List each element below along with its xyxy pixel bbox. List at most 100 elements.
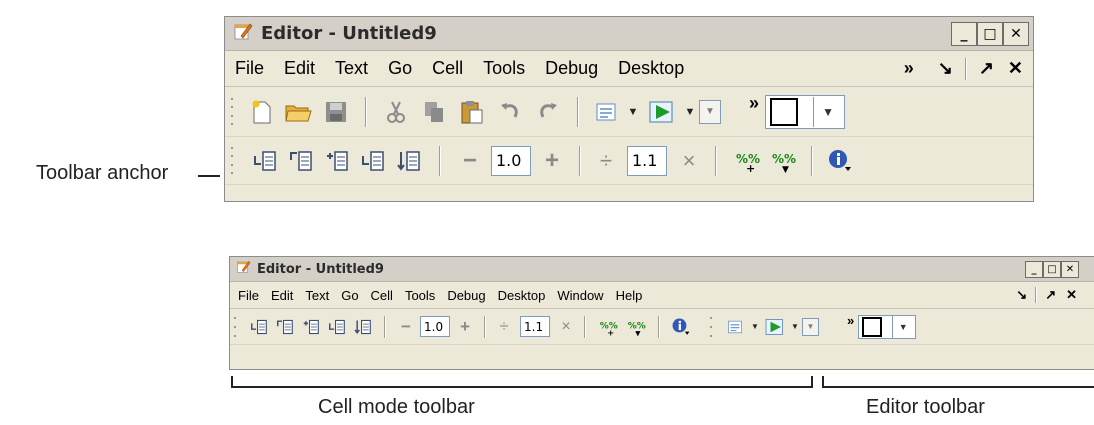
menu-debug[interactable]: Debug (447, 288, 485, 303)
multiply-value-field[interactable]: 1.1 (627, 145, 667, 176)
cut-icon[interactable] (377, 100, 415, 124)
close-button[interactable]: ✕ (1061, 260, 1079, 278)
comment-icon[interactable] (722, 319, 748, 335)
undo-icon[interactable] (491, 101, 529, 123)
menu-tools[interactable]: Tools (483, 58, 525, 79)
cell-insert-icon[interactable] (298, 319, 324, 335)
cell-advance-icon[interactable] (272, 319, 298, 335)
divide-button[interactable]: ÷ (593, 148, 619, 174)
save-icon[interactable] (317, 100, 355, 124)
svg-text:+: + (607, 327, 614, 336)
cell-prev-icon[interactable] (355, 150, 391, 172)
redo-icon[interactable] (529, 101, 567, 123)
run-icon[interactable] (762, 318, 788, 336)
toolbar-overflow-button[interactable]: » (749, 93, 759, 114)
editor-window-small: Editor - Untitled9 _ □ ✕ File Edit Text … (229, 256, 1094, 370)
close-document-button[interactable]: ✕ (1008, 58, 1023, 79)
cell-eval-icon[interactable] (247, 150, 283, 172)
divide-button[interactable]: ÷ (494, 318, 514, 336)
toolbar-grip[interactable] (710, 316, 714, 337)
svg-text:▼: ▼ (782, 165, 789, 173)
separator (439, 145, 441, 176)
percent-add-icon[interactable]: %% + (594, 318, 622, 336)
cell-eval-icon[interactable] (246, 319, 272, 335)
menu-edit[interactable]: Edit (271, 288, 293, 303)
maximize-button[interactable]: □ (977, 21, 1003, 46)
minimize-button[interactable]: _ (951, 21, 977, 46)
undock-button[interactable]: ↗ (979, 58, 994, 79)
menu-cell[interactable]: Cell (371, 288, 393, 303)
open-folder-icon[interactable] (279, 100, 317, 124)
info-icon[interactable] (668, 317, 694, 337)
cell-insert-icon[interactable] (319, 150, 355, 172)
run-icon[interactable] (643, 100, 681, 124)
increment-button[interactable]: + (537, 147, 567, 175)
menu-file[interactable]: File (235, 58, 264, 79)
separator (365, 96, 367, 127)
toolbar-anchor-callout: Toolbar anchor (36, 162, 169, 184)
menu-desktop[interactable]: Desktop (618, 58, 684, 79)
comment-dropdown-icon[interactable]: ▼ (623, 106, 643, 118)
decrement-button[interactable]: − (455, 147, 485, 175)
multiply-button[interactable]: × (556, 318, 576, 336)
minimize-button[interactable]: _ (1025, 260, 1043, 278)
cell-next-icon[interactable] (350, 319, 376, 335)
menu-cell[interactable]: Cell (432, 58, 463, 79)
cell-next-icon[interactable] (391, 150, 427, 172)
decrement-button[interactable]: − (396, 317, 416, 337)
separator (811, 145, 813, 176)
undock-button[interactable]: ↗ (1045, 287, 1056, 303)
menu-text[interactable]: Text (305, 288, 329, 303)
toolbar-anchor-grip[interactable] (231, 146, 235, 175)
menu-go[interactable]: Go (341, 288, 358, 303)
menu-bar: File Edit Text Go Cell Tools Debug Deskt… (225, 51, 1033, 87)
cell-box-select[interactable]: ▼ (765, 94, 846, 129)
cell-advance-icon[interactable] (283, 150, 319, 172)
comment-icon[interactable] (589, 101, 623, 123)
dock-button[interactable]: ↘ (1016, 287, 1027, 303)
percent-insert-icon[interactable]: %% ▼ (622, 318, 650, 336)
new-file-icon[interactable] (245, 99, 279, 125)
separator (1035, 287, 1038, 303)
menu-debug[interactable]: Debug (545, 58, 598, 79)
multiply-value-field[interactable]: 1.1 (520, 316, 550, 337)
run-dropdown-icon[interactable]: ▼ (681, 106, 699, 118)
toolbar-grip[interactable] (231, 97, 235, 126)
editor-icon (233, 21, 253, 46)
menu-file[interactable]: File (238, 288, 259, 303)
decrement-value-field[interactable]: 1.0 (420, 316, 450, 337)
menu-go[interactable]: Go (388, 58, 412, 79)
multiply-button[interactable]: × (675, 148, 703, 174)
svg-text:▼: ▼ (635, 329, 641, 336)
copy-icon[interactable] (415, 100, 453, 124)
paste-icon[interactable] (453, 99, 491, 125)
maximize-button[interactable]: □ (1043, 260, 1061, 278)
menu-text[interactable]: Text (335, 58, 368, 79)
toolbar-overflow-button[interactable]: » (847, 313, 854, 328)
menu-overflow-button[interactable]: » (904, 58, 914, 79)
decrement-value-field[interactable]: 1.0 (491, 145, 531, 176)
run-dropdown-icon[interactable]: ▼ (788, 322, 802, 331)
run-config-dropdown[interactable]: ▼ (802, 317, 819, 336)
cell-box-select[interactable]: ▼ (858, 314, 917, 339)
menu-help[interactable]: Help (616, 288, 643, 303)
menu-window[interactable]: Window (557, 288, 603, 303)
window-title: Editor - Untitled9 (257, 261, 384, 277)
close-button[interactable]: ✕ (1003, 21, 1029, 46)
menu-tools[interactable]: Tools (405, 288, 435, 303)
dock-button[interactable]: ↘ (938, 58, 953, 79)
menu-desktop[interactable]: Desktop (498, 288, 546, 303)
info-icon[interactable] (823, 148, 857, 174)
editor-toolbar: ▼ ▼ ▼ » ▼ (225, 87, 1033, 137)
comment-dropdown-icon[interactable]: ▼ (748, 322, 762, 331)
cell-mode-toolbar-label: Cell mode toolbar (318, 396, 475, 418)
window-title: Editor - Untitled9 (261, 23, 437, 44)
menu-edit[interactable]: Edit (284, 58, 315, 79)
percent-insert-icon[interactable]: %% ▼ (765, 149, 801, 173)
toolbar-grip[interactable] (234, 316, 238, 337)
percent-add-icon[interactable]: %% + (729, 149, 765, 173)
close-document-button[interactable]: ✕ (1066, 287, 1077, 303)
increment-button[interactable]: + (454, 317, 476, 337)
run-config-dropdown[interactable]: ▼ (699, 99, 721, 124)
cell-prev-icon[interactable] (324, 319, 350, 335)
